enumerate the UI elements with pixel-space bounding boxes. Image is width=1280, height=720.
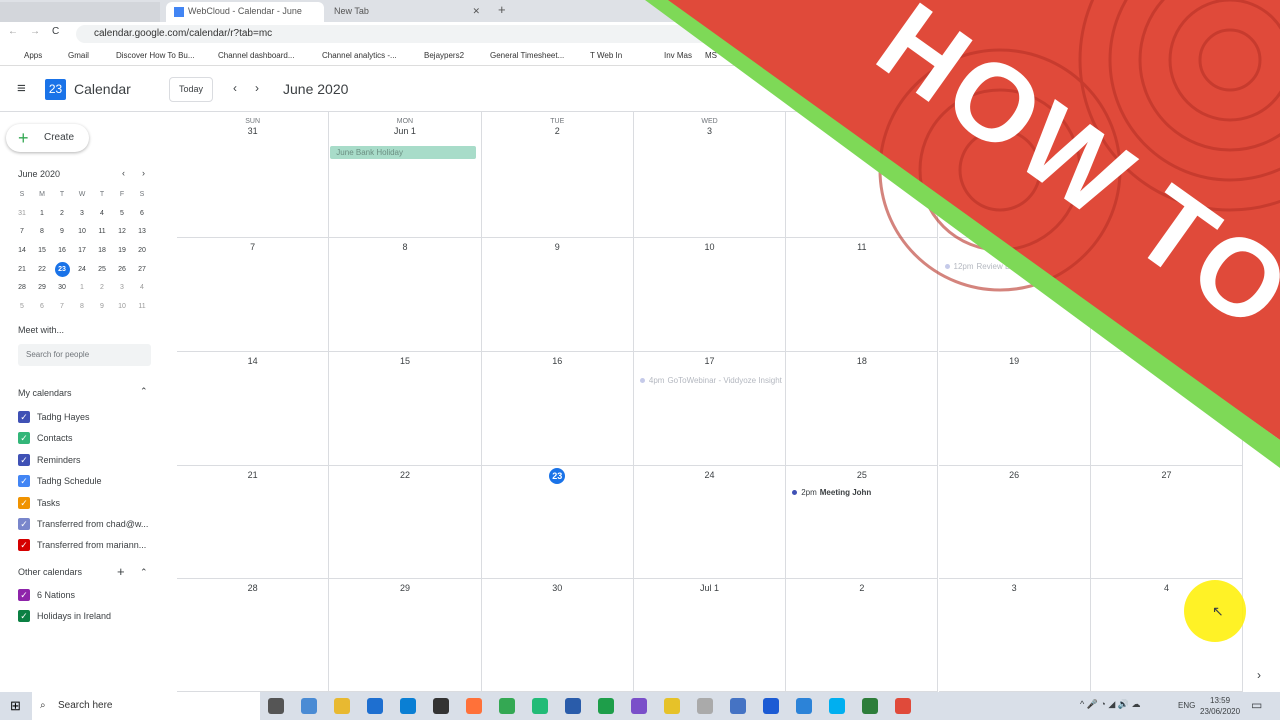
taskbar-app-icon[interactable] bbox=[433, 698, 449, 714]
taskbar-app-icon[interactable] bbox=[334, 698, 350, 714]
notifications-icon[interactable]: ▭ bbox=[1251, 698, 1262, 712]
clock-date: 23/06/2020 bbox=[1200, 707, 1241, 716]
windows-start-icon[interactable]: ⊞ bbox=[10, 698, 21, 714]
mouse-cursor-icon: ↖ bbox=[1212, 603, 1224, 619]
taskbar-app-icon[interactable] bbox=[697, 698, 713, 714]
language-indicator[interactable]: ENG bbox=[1178, 701, 1195, 710]
taskbar-app-icon[interactable] bbox=[301, 698, 317, 714]
search-placeholder: Search here bbox=[58, 700, 113, 711]
clock[interactable]: 13:59 23/06/2020 bbox=[1200, 695, 1240, 717]
taskbar-app-icon[interactable] bbox=[763, 698, 779, 714]
taskbar-app-icon[interactable] bbox=[730, 698, 746, 714]
taskbar-app-icon[interactable] bbox=[829, 698, 845, 714]
taskbar-app-icon[interactable] bbox=[400, 698, 416, 714]
taskbar-app-icon[interactable] bbox=[466, 698, 482, 714]
taskbar-app-icon[interactable] bbox=[268, 698, 284, 714]
taskbar-app-icon[interactable] bbox=[796, 698, 812, 714]
taskbar-app-icon[interactable] bbox=[895, 698, 911, 714]
search-icon: ⌕ bbox=[40, 700, 46, 711]
taskbar-app-icon[interactable] bbox=[664, 698, 680, 714]
taskbar-app-icon[interactable] bbox=[598, 698, 614, 714]
taskbar: ⊞ ⌕ Search here ^ 🎤 ◔ ◢ 🔊 ☁ ENG 13:59 23/0… bbox=[0, 692, 1280, 720]
taskbar-app-icon[interactable] bbox=[631, 698, 647, 714]
tray-icons[interactable]: ^ 🎤 ◔ ◢ 🔊 ☁ bbox=[1080, 699, 1141, 710]
how-to-banner: HOW TO bbox=[645, 0, 1280, 468]
taskbar-search-input[interactable]: ⌕ Search here bbox=[32, 692, 260, 720]
taskbar-app-icon[interactable] bbox=[367, 698, 383, 714]
clock-time: 13:59 bbox=[1210, 696, 1231, 705]
taskbar-app-icon[interactable] bbox=[862, 698, 878, 714]
taskbar-app-icon[interactable] bbox=[532, 698, 548, 714]
taskbar-app-icon[interactable] bbox=[565, 698, 581, 714]
taskbar-app-icon[interactable] bbox=[499, 698, 515, 714]
